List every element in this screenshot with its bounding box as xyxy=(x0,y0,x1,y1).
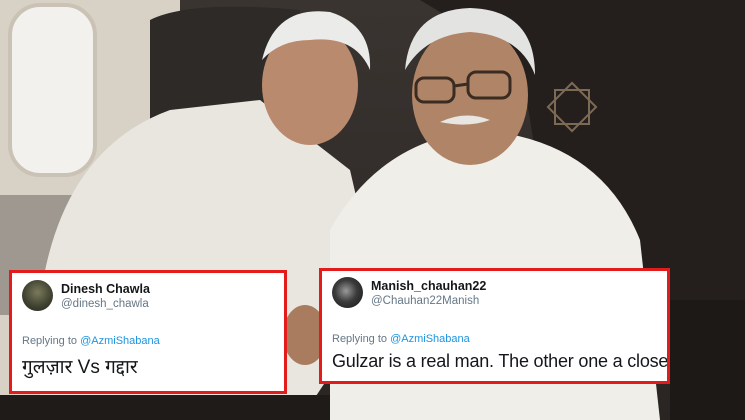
replying-prefix: Replying to xyxy=(332,333,391,345)
user-avatar[interactable] xyxy=(332,277,363,308)
tweet-text: Gulzar is a real man. The other one a cl… xyxy=(332,351,670,371)
tweet-header: Manish_chauhan22 @Chauhan22Manish xyxy=(332,277,486,309)
tweet-card-manish[interactable]: Manish_chauhan22 @Chauhan22Manish Replyi… xyxy=(319,268,670,384)
tweet-text: गुलज़ार Vs गद्दार xyxy=(22,357,138,378)
replying-prefix: Replying to xyxy=(22,335,81,347)
mention-link[interactable]: @AzmiShabana xyxy=(390,333,470,345)
user-handle[interactable]: @dinesh_chawla xyxy=(61,297,150,312)
user-avatar[interactable] xyxy=(22,280,53,311)
tweet-header: Dinesh Chawla @dinesh_chawla xyxy=(22,280,150,312)
display-name[interactable]: Dinesh Chawla xyxy=(61,282,150,297)
mention-link[interactable]: @AzmiShabana xyxy=(80,335,160,347)
replying-to: Replying to @AzmiShabana xyxy=(22,335,160,347)
user-handle[interactable]: @Chauhan22Manish xyxy=(371,294,486,309)
tweet-card-dinesh[interactable]: Dinesh Chawla @dinesh_chawla Replying to… xyxy=(9,270,287,394)
replying-to: Replying to @AzmiShabana xyxy=(332,333,470,345)
display-name[interactable]: Manish_chauhan22 xyxy=(371,279,486,294)
